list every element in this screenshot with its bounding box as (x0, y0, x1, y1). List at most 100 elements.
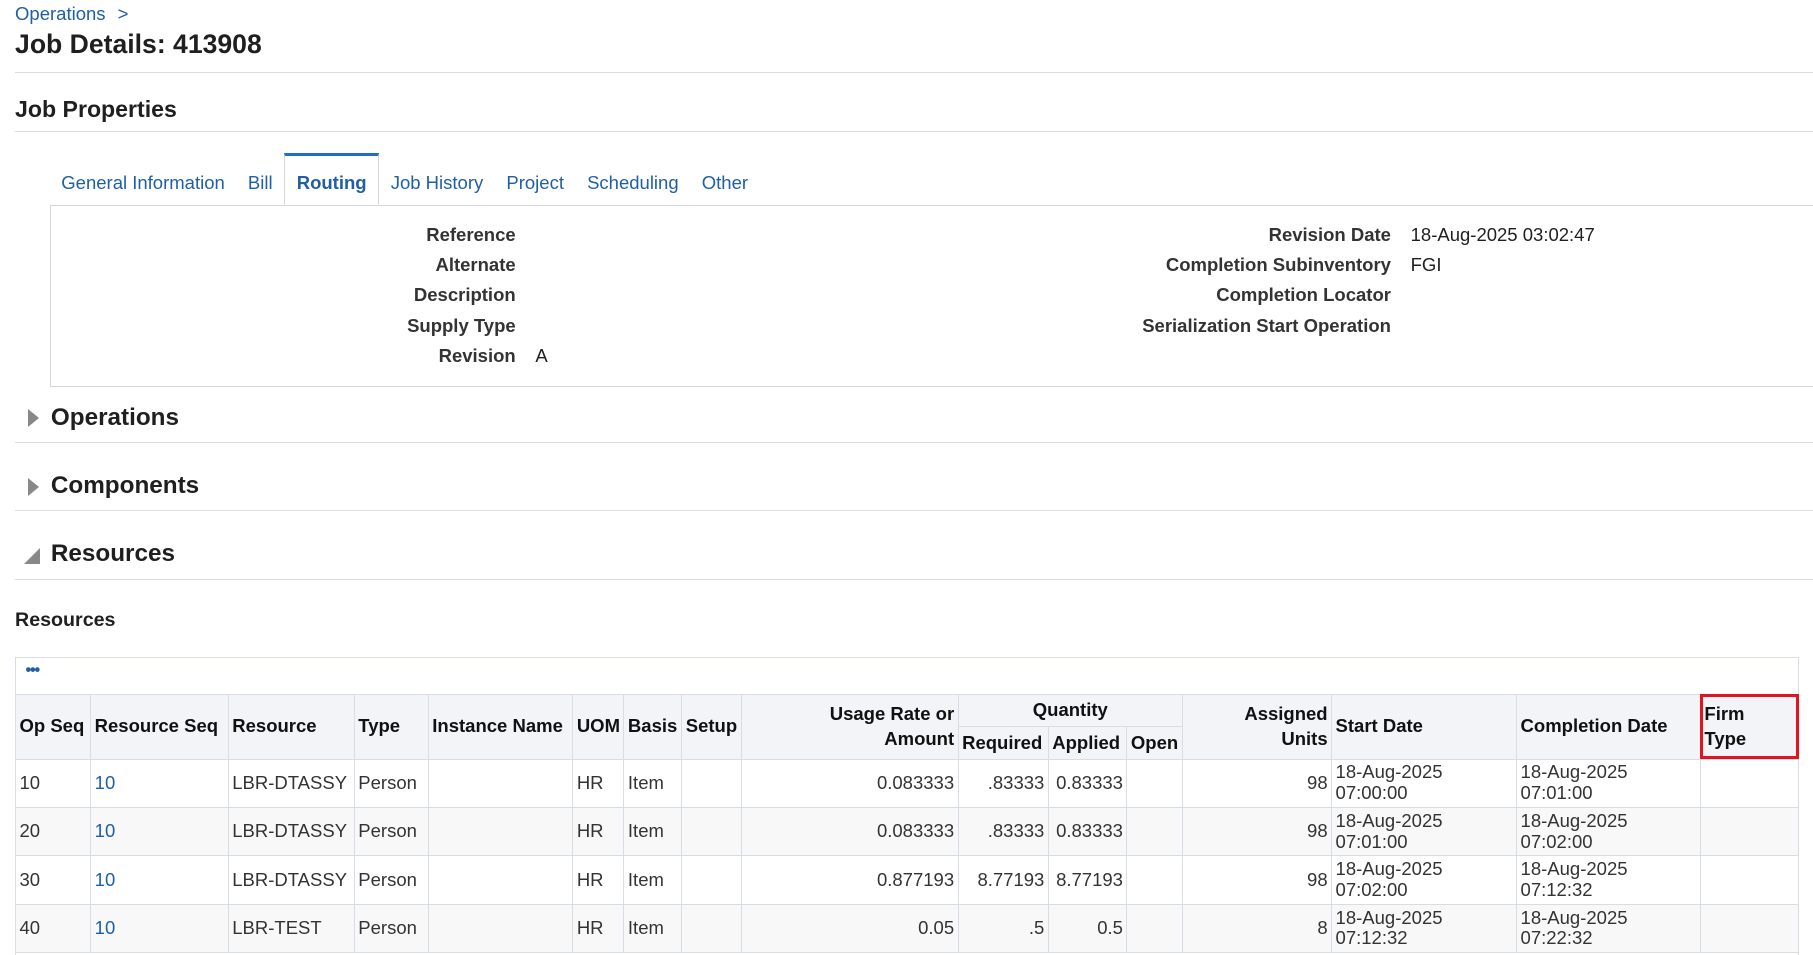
header-op-seq[interactable]: Op Seq (16, 694, 91, 759)
field-label: Completion Locator (1216, 284, 1391, 306)
cell-setup (682, 807, 742, 855)
cell-resource: LBR-DTASSY (228, 807, 354, 855)
cell-open (1127, 904, 1183, 952)
cell-completion-date: 18-Aug-202507:12:32 (1517, 856, 1701, 904)
cell-instance-name (428, 904, 573, 952)
header-instance-name[interactable]: Instance Name (428, 694, 573, 759)
header-firm-type[interactable]: Firm Type (1700, 694, 1798, 759)
cell-usage: 0.083333 (742, 759, 958, 807)
header-completion-date[interactable]: Completion Date (1517, 694, 1701, 759)
cell-basis: Item (624, 759, 682, 807)
cell-assigned-units: 98 (1182, 807, 1331, 855)
cell-resource-seq[interactable]: 10 (91, 904, 229, 952)
cell-basis: Item (624, 807, 682, 855)
cell-open (1127, 856, 1183, 904)
tab-job-history[interactable]: Job History (379, 153, 495, 205)
cell-applied: 8.77193 (1048, 856, 1127, 904)
cell-firm-type (1700, 904, 1798, 952)
collapse-resources-icon[interactable] (24, 548, 40, 564)
cell-setup (682, 904, 742, 952)
tab-routing[interactable]: Routing (284, 153, 379, 206)
field-label: Supply Type (407, 315, 516, 337)
cell-resource-seq[interactable]: 10 (91, 807, 229, 855)
field-value: A (535, 345, 547, 367)
field-label: Alternate (435, 254, 515, 276)
header-type[interactable]: Type (354, 694, 428, 759)
cell-completion-date: 18-Aug-202507:22:32 (1517, 904, 1701, 952)
cell-resource-seq[interactable]: 10 (91, 856, 229, 904)
resources-section-header[interactable]: Resources (51, 540, 175, 568)
cell-assigned-units: 98 (1182, 856, 1331, 904)
divider (15, 579, 1813, 580)
header-resource-seq[interactable]: Resource Seq (91, 694, 229, 759)
cell-op-seq: 30 (16, 856, 91, 904)
expand-operations-icon[interactable] (28, 409, 39, 427)
header-open[interactable]: Open (1127, 727, 1183, 759)
cell-open (1127, 807, 1183, 855)
cell-resource: LBR-TEST (228, 904, 354, 952)
section-title: Job Properties (15, 96, 177, 123)
cell-required: .83333 (958, 807, 1048, 855)
table-row: 3010LBR-DTASSYPersonHRItem0.8771938.7719… (16, 856, 1799, 904)
cell-uom: HR (573, 856, 624, 904)
header-required[interactable]: Required (958, 727, 1048, 759)
field-label: Description (414, 284, 516, 306)
field-value: 18-Aug-2025 03:02:47 (1411, 224, 1595, 246)
cell-type: Person (354, 904, 428, 952)
cell-completion-date: 18-Aug-202507:01:00 (1517, 759, 1701, 807)
breadcrumb: Operations > (15, 3, 128, 25)
table-row: 1010LBR-DTASSYPersonHRItem0.083333.83333… (16, 759, 1799, 807)
header-assigned-units[interactable]: Assigned Units (1182, 694, 1331, 759)
cell-uom: HR (573, 807, 624, 855)
field-label: Serialization Start Operation (1142, 315, 1391, 337)
header-applied[interactable]: Applied (1048, 727, 1127, 759)
tab-other[interactable]: Other (690, 153, 759, 205)
cell-op-seq: 20 (16, 807, 91, 855)
page-title: Job Details: 413908 (15, 29, 262, 60)
cell-op-seq: 40 (16, 904, 91, 952)
cell-type: Person (354, 856, 428, 904)
breadcrumb-separator: > (118, 3, 129, 24)
cell-instance-name (428, 759, 573, 807)
tab-project[interactable]: Project (495, 153, 576, 205)
breadcrumb-operations-link[interactable]: Operations (15, 3, 106, 24)
expand-components-icon[interactable] (28, 478, 39, 496)
cell-resource-seq[interactable]: 10 (91, 759, 229, 807)
header-quantity: Quantity (958, 694, 1182, 726)
cell-resource: LBR-DTASSY (228, 856, 354, 904)
cell-required: 8.77193 (958, 856, 1048, 904)
tab-general-information[interactable]: General Information (50, 153, 237, 205)
header-setup[interactable]: Setup (682, 694, 742, 759)
resources-table-title: Resources (15, 609, 115, 632)
components-section-header[interactable]: Components (51, 472, 199, 500)
header-start-date[interactable]: Start Date (1332, 694, 1517, 759)
cell-assigned-units: 98 (1182, 759, 1331, 807)
cell-start-date: 18-Aug-202507:02:00 (1332, 856, 1517, 904)
header-usage-rate[interactable]: Usage Rate or Amount (742, 694, 958, 759)
cell-basis: Item (624, 856, 682, 904)
header-resource[interactable]: Resource (228, 694, 354, 759)
header-uom[interactable]: UOM (573, 694, 624, 759)
cell-instance-name (428, 807, 573, 855)
cell-required: .5 (958, 904, 1048, 952)
cell-firm-type (1700, 807, 1798, 855)
field-label: Revision (439, 345, 516, 367)
header-basis[interactable]: Basis (624, 694, 682, 759)
operations-section-header[interactable]: Operations (51, 404, 179, 432)
cell-applied: 0.83333 (1048, 759, 1127, 807)
divider (15, 131, 1813, 132)
cell-type: Person (354, 807, 428, 855)
table-row: 4010LBR-TESTPersonHRItem0.05.50.5818-Aug… (16, 904, 1799, 952)
cell-usage: 0.877193 (742, 856, 958, 904)
cell-setup (682, 856, 742, 904)
cell-type: Person (354, 759, 428, 807)
table-row: 2010LBR-DTASSYPerson HRItem 0.083333.83333… (16, 807, 1799, 855)
cell-instance-name (428, 856, 573, 904)
field-label: Revision Date (1269, 224, 1391, 246)
tab-scheduling[interactable]: Scheduling (576, 153, 691, 205)
cell-required: .83333 (958, 759, 1048, 807)
cell-usage: 0.083333 (742, 807, 958, 855)
more-actions-icon[interactable]: ••• (25, 661, 39, 680)
tab-bill[interactable]: Bill (236, 153, 284, 205)
cell-resource: LBR-DTASSY (228, 759, 354, 807)
